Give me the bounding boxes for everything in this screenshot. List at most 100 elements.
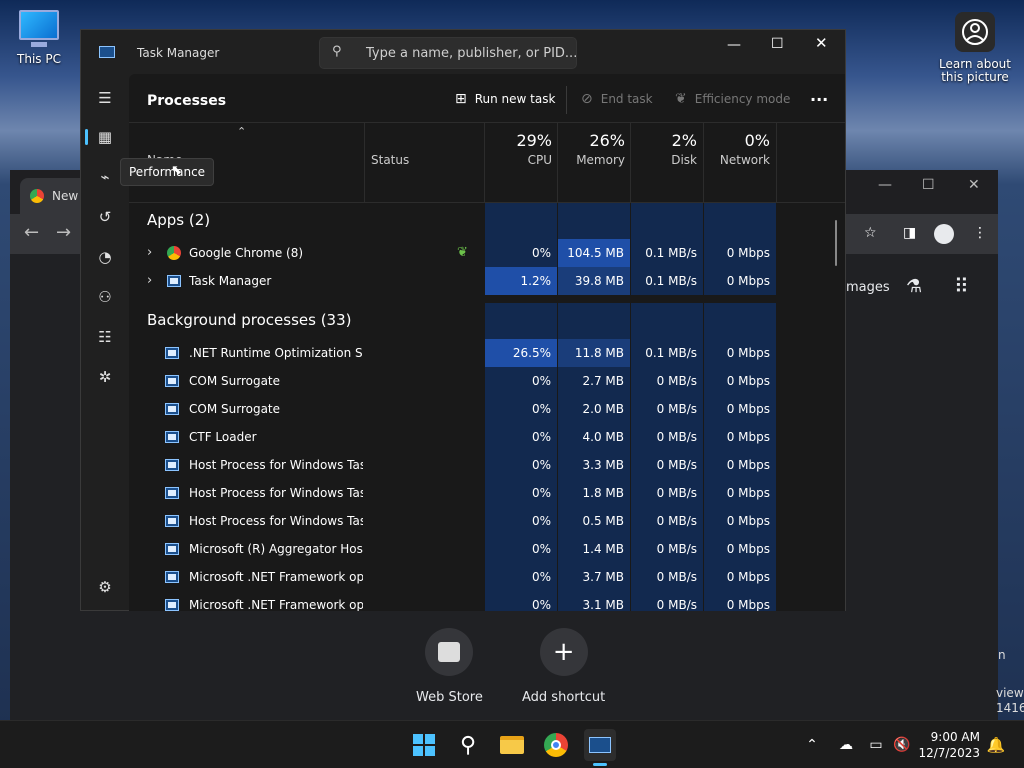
desktop-icon-this-pc[interactable]: This PC bbox=[12, 10, 66, 66]
table-row[interactable]: Host Process for Windows Tasks 0% 0.5 MB 0 … bbox=[129, 507, 845, 535]
efficiency-mode-button[interactable]: ❦ Efficiency mode bbox=[675, 91, 790, 107]
clock-time: 9:00 AM bbox=[930, 730, 980, 744]
column-header-disk[interactable]: 2% Disk bbox=[631, 131, 697, 167]
close-icon[interactable]: ✕ bbox=[815, 36, 828, 51]
details-icon[interactable]: ☷ bbox=[95, 327, 115, 347]
chrome-menu-icon[interactable]: ⋮ bbox=[973, 226, 987, 240]
file-explorer-icon[interactable] bbox=[496, 729, 528, 761]
table-row[interactable]: CTF Loader 0% 4.0 MB 0 MB/s 0 Mbps bbox=[129, 423, 845, 451]
column-header-memory[interactable]: 26% Memory bbox=[559, 131, 625, 167]
profile-avatar-icon[interactable] bbox=[934, 224, 954, 244]
bookmark-star-icon[interactable]: ☆ bbox=[864, 226, 877, 240]
desktop-icon-learn-picture[interactable]: Learn about this picture bbox=[938, 12, 1012, 84]
memory-cell: 0.5 MB bbox=[558, 507, 631, 535]
performance-icon[interactable]: ⌁ bbox=[95, 167, 115, 187]
heat-cell bbox=[485, 203, 558, 239]
header-divider-end bbox=[776, 123, 777, 203]
chevron-up-icon[interactable]: ⌃ bbox=[796, 729, 828, 761]
performance-tooltip: Performance bbox=[120, 158, 215, 186]
maximize-icon[interactable]: ☐ bbox=[922, 178, 935, 192]
table-row[interactable]: Host Process for Windows Tasks 0% 1.8 MB 0 … bbox=[129, 479, 845, 507]
shortcut-web-store[interactable]: Web Store bbox=[416, 628, 483, 705]
run-new-task-button[interactable]: ⊞ Run new task bbox=[455, 91, 555, 107]
labs-flask-icon[interactable]: ⚗ bbox=[906, 276, 922, 297]
minimize-icon[interactable]: — bbox=[878, 178, 892, 192]
search-icon: ⚲ bbox=[332, 44, 342, 59]
monitor-icon bbox=[19, 10, 59, 40]
side-text: n bbox=[998, 648, 1006, 662]
users-icon[interactable]: ⚇ bbox=[95, 287, 115, 307]
settings-gear-icon[interactable]: ⚙ bbox=[95, 577, 115, 597]
onedrive-icon[interactable]: ☁ bbox=[830, 729, 862, 761]
cpu-cell: 26.5% bbox=[485, 339, 558, 367]
title-bar: Task Manager ⚲ Type a name, publisher, o… bbox=[81, 30, 845, 74]
plus-icon: + bbox=[539, 628, 588, 676]
expand-chevron-icon[interactable]: › bbox=[147, 239, 152, 267]
close-icon[interactable]: ✕ bbox=[968, 178, 980, 192]
column-header-network[interactable]: 0% Network bbox=[704, 131, 770, 167]
chrome-taskbar-icon[interactable] bbox=[540, 729, 572, 761]
run-new-task-label: Run new task bbox=[474, 92, 556, 106]
apps-grid-icon[interactable]: ⠿ bbox=[954, 274, 969, 298]
window-title: Task Manager bbox=[137, 46, 220, 60]
table-row[interactable]: Microsoft .NET Framework op... 0% 3.1 MB 0 … bbox=[129, 591, 845, 611]
group-header[interactable]: Apps (2) bbox=[129, 203, 845, 239]
expand-chevron-icon[interactable]: › bbox=[147, 267, 152, 295]
column-header-cpu[interactable]: 29% CPU bbox=[486, 131, 552, 167]
memory-percent: 26% bbox=[589, 131, 625, 150]
task-manager-app-icon bbox=[99, 46, 115, 58]
notification-bell-icon[interactable]: 🔔 bbox=[980, 729, 1012, 761]
disk-cell: 0 MB/s bbox=[631, 507, 704, 535]
table-row[interactable]: .NET Runtime Optimization Se... 26.5% 11.8… bbox=[129, 339, 845, 367]
column-header-status[interactable]: Status bbox=[371, 153, 409, 167]
web-store-icon bbox=[425, 628, 474, 676]
maximize-icon[interactable]: ☐ bbox=[771, 37, 784, 51]
process-name: Task Manager bbox=[189, 274, 272, 288]
efficiency-leaf-icon: ❦ bbox=[457, 245, 468, 260]
vertical-scrollbar[interactable] bbox=[835, 220, 837, 266]
header-divider-disk bbox=[630, 123, 631, 203]
app-history-icon[interactable]: ↺ bbox=[95, 207, 115, 227]
heat-cell bbox=[704, 303, 777, 339]
leaf-icon: ❦ bbox=[675, 91, 687, 107]
table-row[interactable]: Host Process for Windows Tasks 0% 3.3 MB 0 … bbox=[129, 451, 845, 479]
end-task-button[interactable]: ⊘ End task bbox=[581, 91, 653, 107]
side-panel-icon[interactable]: ◨ bbox=[903, 226, 916, 240]
clock[interactable]: 9:00 AM 12/7/2023 bbox=[918, 729, 980, 761]
memory-cell: 3.1 MB bbox=[558, 591, 631, 611]
search-input[interactable]: Type a name, publisher, or PID... bbox=[366, 46, 577, 61]
more-options-icon[interactable]: ... bbox=[810, 86, 828, 105]
images-link[interactable]: mages bbox=[846, 280, 890, 295]
services-icon[interactable]: ✲ bbox=[95, 367, 115, 387]
processes-icon[interactable]: ▦ bbox=[95, 127, 115, 147]
table-row[interactable]: Microsoft .NET Framework op... 0% 3.7 MB 0 … bbox=[129, 563, 845, 591]
group-title: Background processes (33) bbox=[147, 311, 352, 329]
forward-arrow-icon[interactable]: → bbox=[56, 224, 71, 242]
hamburger-menu-icon[interactable]: ☰ bbox=[95, 88, 115, 108]
back-arrow-icon[interactable]: ← bbox=[24, 224, 39, 242]
task-manager-taskbar-icon[interactable] bbox=[584, 729, 616, 761]
search-box[interactable]: ⚲ Type a name, publisher, or PID... bbox=[319, 37, 577, 69]
heat-cell bbox=[558, 303, 631, 339]
cpu-cell: 0% bbox=[485, 535, 558, 563]
shortcut-add[interactable]: + Add shortcut bbox=[522, 628, 605, 705]
start-button[interactable] bbox=[408, 729, 440, 761]
search-taskbar-icon[interactable]: ⚲ bbox=[452, 729, 484, 761]
efficiency-mode-label: Efficiency mode bbox=[694, 92, 791, 106]
process-icon bbox=[165, 571, 179, 583]
memory-cell: 2.7 MB bbox=[558, 367, 631, 395]
table-row[interactable]: › Task Manager 1.2% 39.8 MB 0.1 MB/s 0 Mbps bbox=[129, 267, 845, 295]
table-row[interactable]: Microsoft (R) Aggregator Host 0% 1.4 MB 0 M… bbox=[129, 535, 845, 563]
table-row[interactable]: COM Surrogate 0% 2.0 MB 0 MB/s 0 Mbps bbox=[129, 395, 845, 423]
volume-muted-icon[interactable]: 🔇 bbox=[886, 729, 918, 761]
group-header[interactable]: Background processes (33) bbox=[129, 303, 845, 339]
minimize-icon[interactable]: — bbox=[727, 38, 741, 52]
process-icon bbox=[165, 487, 179, 499]
process-name: Microsoft .NET Framework op... bbox=[189, 598, 363, 611]
memory-cell: 39.8 MB bbox=[558, 267, 631, 295]
startup-apps-icon[interactable]: ◔ bbox=[95, 247, 115, 267]
network-cell: 0 Mbps bbox=[704, 239, 777, 267]
table-row[interactable]: › Google Chrome (8) ❦ 0% 104.5 MB 0.1 MB/s 0 M… bbox=[129, 239, 845, 267]
end-task-icon: ⊘ bbox=[581, 91, 593, 107]
table-row[interactable]: COM Surrogate 0% 2.7 MB 0 MB/s 0 Mbps bbox=[129, 367, 845, 395]
